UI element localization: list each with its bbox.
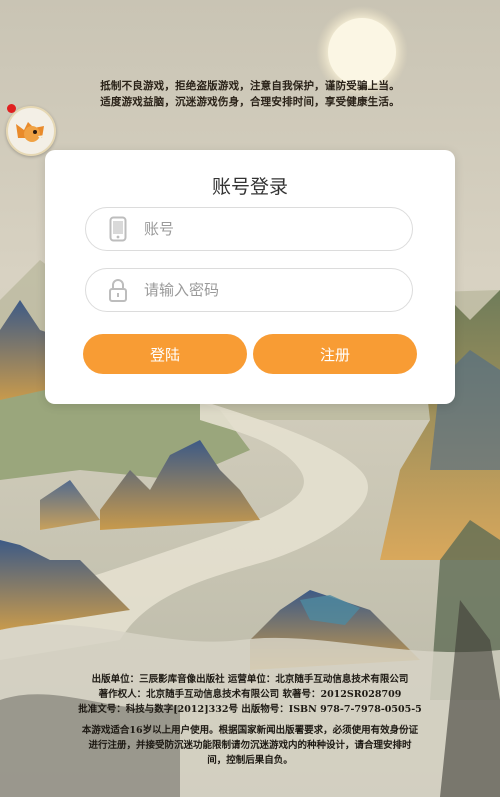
- footer-line-3: 批准文号：科技与数字[2012]332号 出版物号：ISBN 978-7-797…: [78, 704, 422, 715]
- health-notice-line-1: 抵制不良游戏，拒绝盗版游戏，注意自我保护，谨防受骗上当。: [100, 80, 400, 92]
- footer-age-notice: 本游戏适合16岁以上用户使用。根据国家新闻出版署要求，必须使用有效身份证进行注册…: [81, 725, 419, 766]
- lock-icon: [106, 278, 130, 302]
- footer-line-1: 出版单位：三辰影库音像出版社 运营单位：北京随手互动信息技术有限公司: [91, 674, 409, 685]
- login-button[interactable]: 登陆: [83, 334, 247, 374]
- login-title: 账号登录: [211, 176, 288, 198]
- fox-mascot-icon: [16, 122, 45, 142]
- account-input[interactable]: [142, 219, 386, 239]
- password-input[interactable]: [142, 280, 386, 300]
- login-card: 账号登录 登陆 注册: [45, 150, 455, 404]
- password-field[interactable]: [85, 268, 413, 312]
- health-notice: 抵制不良游戏，拒绝盗版游戏，注意自我保护，谨防受骗上当。 适度游戏益脑，沉迷游戏…: [0, 78, 500, 110]
- phone-icon: [106, 216, 130, 242]
- avatar[interactable]: [6, 106, 56, 156]
- register-button[interactable]: 注册: [253, 334, 417, 374]
- footer-publication-info: 出版单位：三辰影库音像出版社 运营单位：北京随手互动信息技术有限公司 著作权人：…: [0, 672, 500, 768]
- footer-line-2: 著作权人：北京随手互动信息技术有限公司 软著号：2012SR028709: [98, 689, 402, 700]
- account-field[interactable]: [85, 207, 413, 251]
- health-notice-line-2: 适度游戏益脑，沉迷游戏伤身，合理安排时间，享受健康生活。: [100, 96, 400, 108]
- notification-dot: [7, 104, 16, 113]
